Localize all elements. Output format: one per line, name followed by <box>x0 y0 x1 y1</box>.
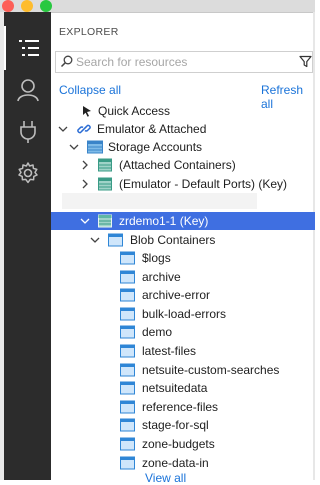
tree-item-label: zone-budgets <box>142 437 215 451</box>
chevron-down-icon <box>69 144 79 150</box>
redacted-tree-item <box>62 193 257 209</box>
explorer-activity-button[interactable] <box>4 26 51 70</box>
tree-item-emulator-default-ports[interactable]: (Emulator - Default Ports) (Key) <box>51 175 315 193</box>
filter-icon[interactable] <box>299 55 312 68</box>
collapse-all-link[interactable]: Collapse all <box>59 83 121 97</box>
tree-item-selected-account[interactable]: zrdemo1-1 (Key) <box>51 212 315 230</box>
chevron-down-icon <box>90 237 100 243</box>
storage-account-icon <box>98 158 112 172</box>
tree-item-label: archive <box>142 270 181 284</box>
tree-item-label: bulk-load-errors <box>142 307 227 321</box>
search-icon <box>60 55 73 68</box>
link-icon <box>77 124 91 134</box>
account-activity-button[interactable] <box>4 68 51 112</box>
blob-container-icon <box>120 363 135 377</box>
blob-containers-icon <box>108 233 123 247</box>
blob-container-icon <box>120 325 135 339</box>
tree-item-label: latest-files <box>142 344 197 358</box>
tree-item-label: zrdemo1-1 (Key) <box>119 214 209 228</box>
blob-container-icon <box>120 307 135 321</box>
gear-icon <box>17 162 38 184</box>
minimize-window-button[interactable] <box>21 0 33 12</box>
tree-item-container[interactable]: zone-data-in <box>51 454 315 472</box>
blob-container-icon <box>120 418 135 432</box>
tree-item-container[interactable]: zone-budgets <box>51 435 315 453</box>
tree-item-container[interactable]: netsuitedata <box>51 379 315 397</box>
activity-bar <box>4 12 51 480</box>
chevron-down-icon <box>80 218 90 224</box>
tree-item-label: $logs <box>142 251 171 265</box>
tree-item-blob-containers[interactable]: Blob Containers <box>51 231 315 249</box>
blob-container-icon <box>120 437 135 451</box>
tree-item-label: netsuite-custom-searches <box>142 363 280 377</box>
blob-container-icon <box>120 344 135 358</box>
tree-item-label: (Emulator - Default Ports) (Key) <box>119 177 288 191</box>
blob-container-icon <box>120 288 135 302</box>
tree-item-container[interactable]: archive-error <box>51 286 315 304</box>
tree-item-label: Emulator & Attached <box>97 122 207 136</box>
explorer-list-icon <box>18 40 39 56</box>
storage-account-icon <box>98 177 112 191</box>
tree-item-container[interactable]: bulk-load-errors <box>51 305 315 323</box>
tree-item-emulator-attached[interactable]: Emulator & Attached <box>51 120 315 138</box>
blob-container-icon <box>120 381 135 395</box>
tree-item-container[interactable]: archive <box>51 268 315 286</box>
blob-container-icon <box>120 400 135 414</box>
blob-container-icon <box>120 456 135 470</box>
tree-item-label: Quick Access <box>98 104 171 118</box>
tree-item-container[interactable]: netsuite-custom-searches <box>51 361 315 379</box>
blob-container-icon <box>120 270 135 284</box>
tree-item-attached-containers[interactable]: (Attached Containers) <box>51 156 315 174</box>
plug-icon <box>19 121 36 143</box>
tree-item-label: Storage Accounts <box>108 140 203 154</box>
tree-item-label: reference-files <box>142 400 219 414</box>
person-icon <box>16 79 39 102</box>
chevron-right-icon <box>82 179 88 189</box>
tree-item-container[interactable]: reference-files <box>51 398 315 416</box>
connect-activity-button[interactable] <box>4 110 51 154</box>
tree-item-label: netsuitedata <box>142 381 208 395</box>
tree-item-label: stage-for-sql <box>142 418 209 432</box>
storage-account-icon <box>98 214 112 228</box>
tree-item-storage-accounts[interactable]: Storage Accounts <box>51 138 315 156</box>
tree-item-container[interactable]: demo <box>51 323 315 341</box>
quick-access-icon <box>83 106 91 117</box>
close-window-button[interactable] <box>2 0 14 12</box>
blob-container-icon <box>120 251 135 265</box>
tree-item-container[interactable]: latest-files <box>51 342 315 360</box>
tree-item-label: Blob Containers <box>130 233 216 247</box>
tree-item-label: (Attached Containers) <box>119 158 236 172</box>
tree-item-container[interactable]: stage-for-sql <box>51 416 315 434</box>
chevron-down-icon <box>58 126 68 132</box>
tree-item-label: zone-data-in <box>142 456 209 470</box>
tree-item-label: archive-error <box>142 288 211 302</box>
tree-item-quick-access[interactable]: Quick Access <box>51 102 315 120</box>
search-placeholder: Search for resources <box>76 55 188 69</box>
tree-item-container[interactable]: $logs <box>51 249 315 267</box>
chevron-right-icon <box>82 160 88 170</box>
maximize-window-button[interactable] <box>40 0 52 12</box>
storage-accounts-icon <box>87 140 103 154</box>
settings-activity-button[interactable] <box>4 151 51 195</box>
view-all-link[interactable]: View all <box>145 471 186 485</box>
explorer-title: EXPLORER <box>59 26 119 38</box>
tree-item-label: demo <box>142 325 173 339</box>
